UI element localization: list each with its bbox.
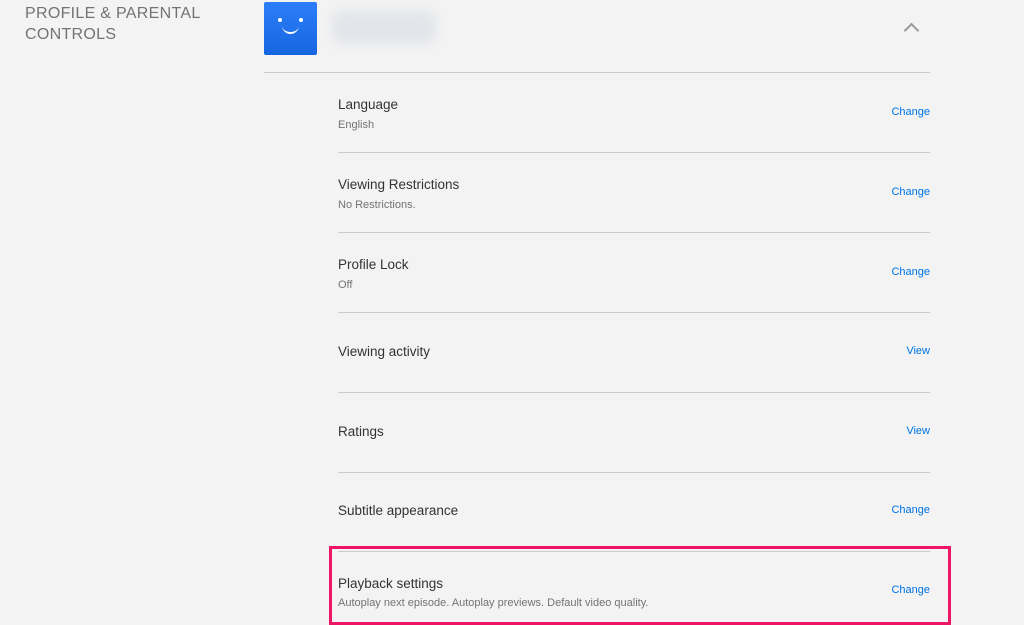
- setting-row-viewing-restrictions: Viewing Restrictions No Restrictions. Ch…: [338, 153, 930, 233]
- profile-name-blurred: [332, 10, 436, 44]
- account-page: PROFILE & PARENTAL CONTROLS Language Eng…: [0, 0, 1024, 625]
- setting-value: Off: [338, 279, 353, 291]
- avatar-left-eye: [278, 18, 282, 22]
- setting-row-playback-settings: Playback settings Autoplay next episode.…: [338, 552, 930, 625]
- change-subtitle-appearance-link[interactable]: Change: [891, 503, 930, 517]
- setting-title: Viewing Restrictions: [338, 177, 460, 192]
- setting-value: English: [338, 119, 375, 131]
- setting-row-profile-lock: Profile Lock Off Change: [338, 233, 930, 313]
- change-language-link[interactable]: Change: [891, 105, 930, 119]
- setting-row-subtitle-appearance: Subtitle appearance Change: [338, 472, 930, 552]
- setting-title: Profile Lock: [338, 257, 409, 272]
- change-playback-settings-link[interactable]: Change: [891, 583, 930, 597]
- chevron-up-icon: [903, 22, 920, 39]
- view-viewing-activity-link[interactable]: View: [906, 344, 930, 358]
- setting-row-ratings: Ratings View: [338, 393, 930, 473]
- collapse-profile-button[interactable]: [900, 16, 924, 40]
- change-profile-lock-link[interactable]: Change: [891, 265, 930, 279]
- setting-row-viewing-activity: Viewing activity View: [338, 313, 930, 393]
- setting-title: Language: [338, 97, 399, 112]
- change-viewing-restrictions-link[interactable]: Change: [891, 185, 930, 199]
- setting-title: Playback settings: [338, 576, 444, 591]
- setting-title: Viewing activity: [338, 344, 431, 359]
- avatar-right-eye: [299, 18, 303, 22]
- profile-header[interactable]: [264, 0, 930, 73]
- setting-title: Ratings: [338, 424, 384, 439]
- view-ratings-link[interactable]: View: [906, 424, 930, 438]
- setting-row-language: Language English Change: [338, 73, 930, 153]
- setting-value: Autoplay next episode. Autoplay previews…: [338, 597, 649, 609]
- setting-value: No Restrictions.: [338, 199, 416, 211]
- section-title: PROFILE & PARENTAL CONTROLS: [25, 5, 200, 43]
- smiley-face-icon: [264, 2, 317, 55]
- setting-title: Subtitle appearance: [338, 503, 459, 518]
- avatar-mouth: [282, 23, 299, 34]
